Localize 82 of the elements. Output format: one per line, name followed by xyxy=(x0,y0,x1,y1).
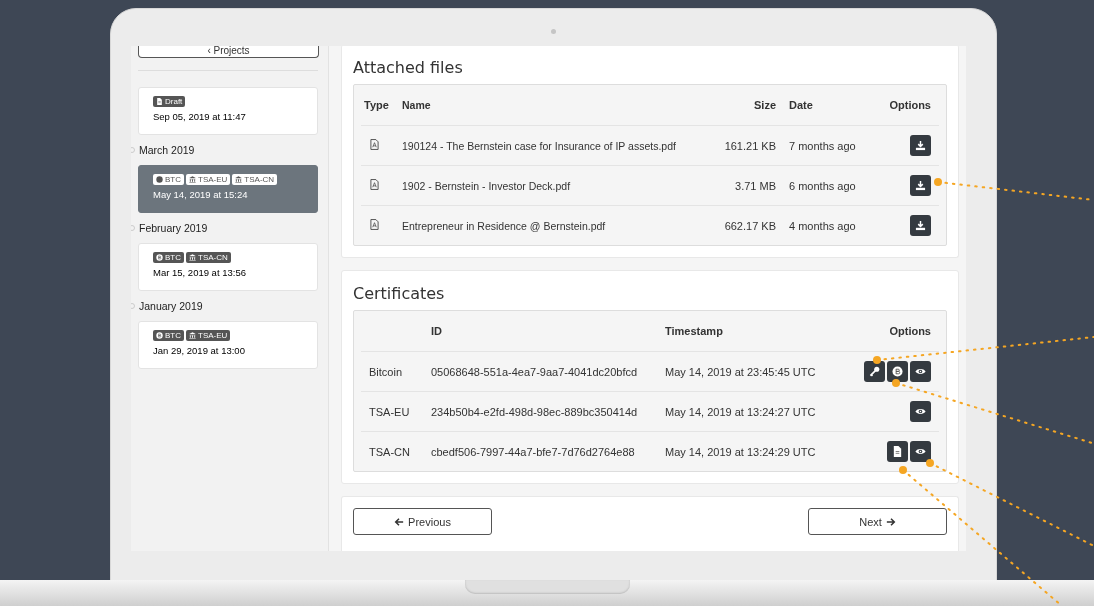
download-button[interactable] xyxy=(910,135,931,156)
bank-icon xyxy=(189,176,196,183)
section-title: Certificates xyxy=(353,284,446,303)
month-heading: March 2019 xyxy=(139,144,195,156)
coin-icon xyxy=(156,176,163,183)
version-date: Mar 15, 2019 at 13:56 xyxy=(153,267,247,278)
tag-badge: BTC xyxy=(153,174,184,185)
certificate-id: 05068648-551a-4ea7-9aa7-4041dc20bfcd xyxy=(431,365,639,378)
download-icon xyxy=(915,220,926,231)
key-icon xyxy=(869,366,880,377)
file-date: 6 months ago xyxy=(788,179,857,192)
file-name: 1902 - Bernstein - Investor Deck.pdf xyxy=(401,179,572,192)
download-button[interactable] xyxy=(910,215,931,236)
view-button[interactable] xyxy=(910,401,931,422)
eye-icon xyxy=(915,446,926,457)
tag-badge: TSA-EU xyxy=(186,330,231,341)
file-size: 3.71 MB xyxy=(734,179,777,192)
version-card[interactable]: BTC TSA-CN Mar 15, 2019 at 13:56 xyxy=(138,243,318,291)
view-button[interactable] xyxy=(910,361,931,382)
pdf-file-icon xyxy=(370,139,379,150)
coin-icon xyxy=(156,254,163,261)
tag-badge: BTC xyxy=(153,252,184,263)
column-header: ID xyxy=(431,325,443,337)
bank-icon xyxy=(189,332,196,339)
arrow-left-icon xyxy=(394,516,405,527)
key-button[interactable] xyxy=(864,361,885,382)
view-button[interactable] xyxy=(910,441,931,462)
section-title: Attached files xyxy=(353,58,464,77)
previous-button[interactable]: Previous xyxy=(353,508,492,535)
download-icon xyxy=(915,180,926,191)
column-header: Timestamp xyxy=(665,325,724,337)
column-header: Options xyxy=(888,99,932,111)
file-name: 190124 - The Bernstein case for Insurance of IP assets.pdf xyxy=(401,139,677,152)
tag-badge: TSA-EU xyxy=(186,174,231,185)
download-button[interactable] xyxy=(910,175,931,196)
document-icon xyxy=(156,98,163,105)
certificate-id: 234b50b4-e2fd-498d-98ec-889bc350414d xyxy=(431,405,639,418)
file-size: 161.21 KB xyxy=(723,139,777,152)
certificate-id: cbedf506-7997-44a7-bfe7-7d76d2764e88 xyxy=(431,445,636,458)
column-header: Type xyxy=(363,99,390,111)
version-date: May 14, 2019 at 15:24 xyxy=(153,189,249,200)
column-header: Date xyxy=(788,99,814,111)
eye-icon xyxy=(915,406,926,417)
certificate-type: TSA-CN xyxy=(368,445,411,458)
tag-badge: BTC xyxy=(153,330,184,341)
bank-icon xyxy=(189,254,196,261)
version-card[interactable]: Draft Sep 05, 2019 at 11:47 xyxy=(138,87,318,135)
version-card[interactable]: BTC TSA-EU Jan 29, 2019 at 13:00 xyxy=(138,321,318,369)
version-card[interactable]: BTC TSA-EU TSA-CN May 14, 2019 at 15:24 xyxy=(138,165,318,213)
projects-button[interactable]: ‹ Projects xyxy=(138,46,319,58)
pdf-file-icon xyxy=(370,219,379,230)
file-name: Entrepreneur in Residence @ Bernstein.pdf xyxy=(401,219,607,232)
next-button[interactable]: Next xyxy=(808,508,947,535)
certificate-type: Bitcoin xyxy=(368,365,404,378)
file-date: 4 months ago xyxy=(788,219,857,232)
month-heading: January 2019 xyxy=(139,300,203,312)
month-heading: February 2019 xyxy=(139,222,208,234)
certificate-timestamp: May 14, 2019 at 13:24:27 UTC xyxy=(665,405,817,418)
tag-badge: Draft xyxy=(153,96,186,107)
tag-badge: TSA-CN xyxy=(232,174,278,185)
file-date: 7 months ago xyxy=(788,139,857,152)
column-header: Size xyxy=(753,99,777,111)
bank-icon xyxy=(235,176,243,183)
eye-icon xyxy=(915,366,926,377)
coin-icon xyxy=(892,366,903,377)
coin-button[interactable] xyxy=(887,361,908,382)
arrow-right-icon xyxy=(885,516,896,527)
certificate-timestamp: May 14, 2019 at 13:24:29 UTC xyxy=(665,445,817,458)
document-button[interactable] xyxy=(887,441,908,462)
version-date: Sep 05, 2019 at 11:47 xyxy=(153,111,247,122)
version-date: Jan 29, 2019 at 13:00 xyxy=(153,345,246,356)
document-icon xyxy=(892,446,903,457)
coin-icon xyxy=(156,332,163,339)
pdf-file-icon xyxy=(370,179,379,190)
file-size: 662.17 KB xyxy=(723,219,777,232)
column-header: Options xyxy=(888,325,932,337)
certificate-type: TSA-EU xyxy=(368,405,411,418)
certificate-timestamp: May 14, 2019 at 23:45:45 UTC xyxy=(665,365,817,378)
tag-badge: TSA-CN xyxy=(186,252,231,263)
download-icon xyxy=(915,140,926,151)
column-header: Name xyxy=(401,99,432,111)
camera-icon xyxy=(551,29,556,34)
